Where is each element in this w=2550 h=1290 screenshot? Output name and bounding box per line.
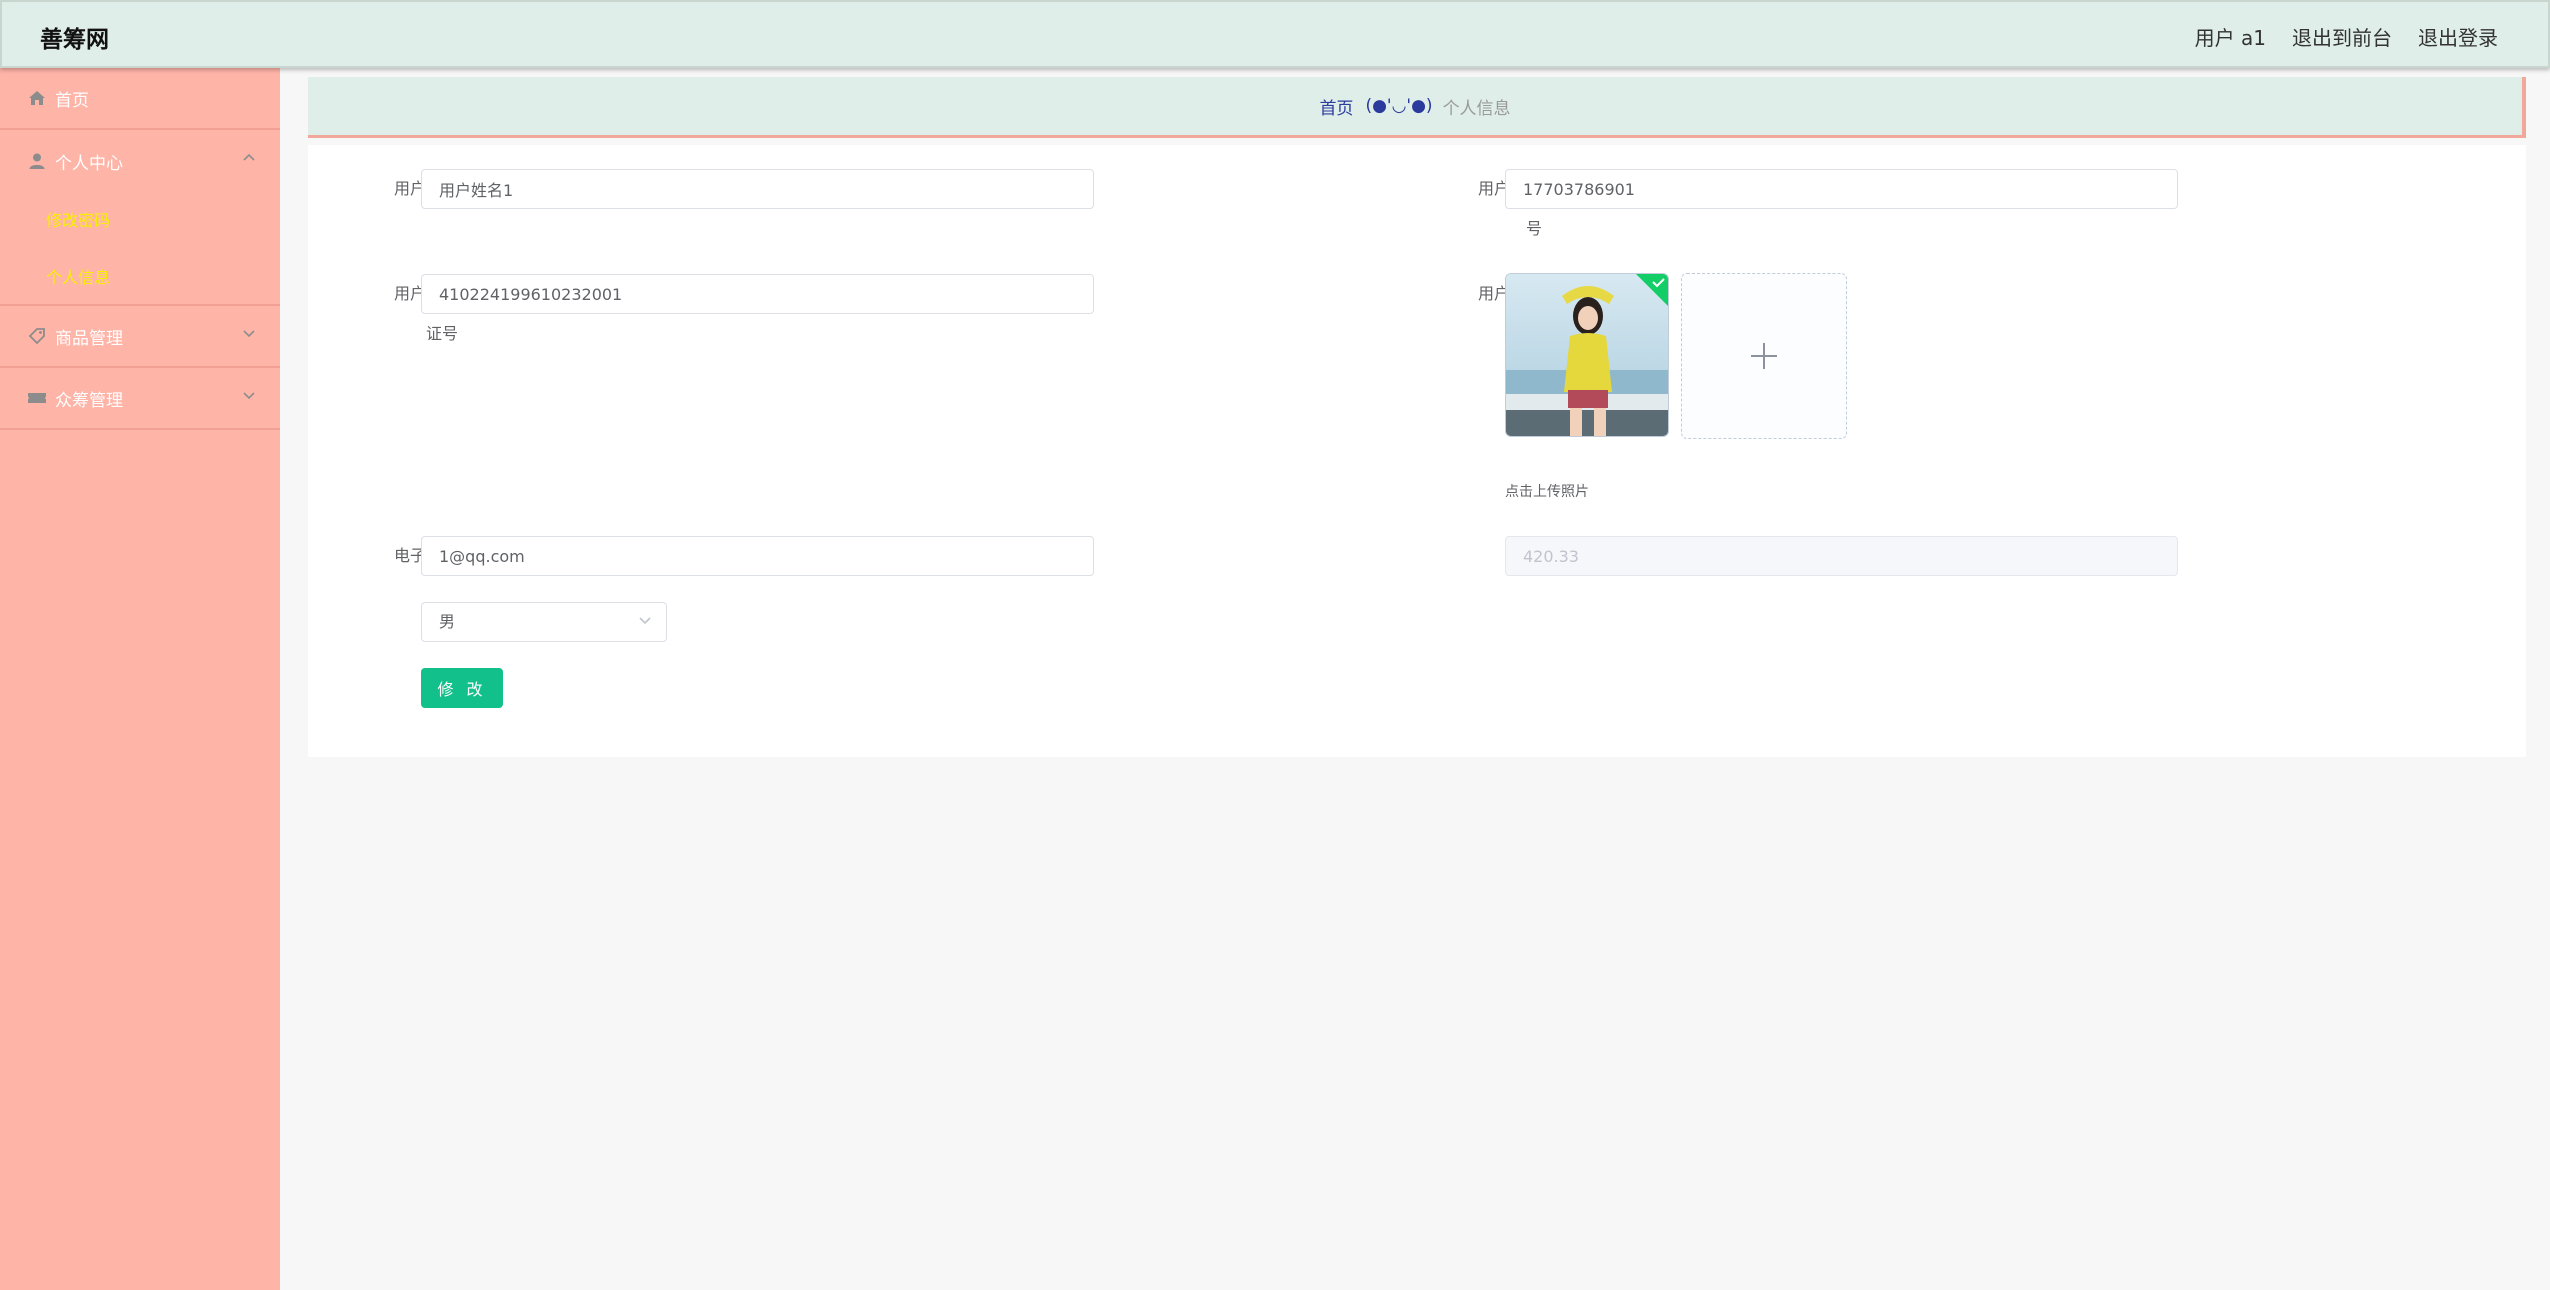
sidebar-subitem-personal-info[interactable]: 个人信息 [0, 247, 280, 304]
sidebar-item-goods-management[interactable]: 商品管理 [0, 306, 280, 368]
email-input[interactable] [421, 536, 1094, 576]
sidebar-item-crowdfunding-management[interactable]: 众筹管理 [0, 368, 280, 430]
name-input[interactable] [421, 169, 1094, 209]
check-icon [1636, 274, 1668, 306]
chevron-up-icon [242, 150, 256, 166]
sidebar-item-label: 众筹管理 [55, 390, 123, 411]
breadcrumb-home-link[interactable]: 首页 [1319, 94, 1353, 119]
current-user-label: 用户 a1 [2194, 26, 2266, 50]
tag-icon [27, 326, 47, 346]
avatar-thumbnail[interactable] [1505, 273, 1669, 437]
sidebar-menu: 首页 个人中心 修改密码 个人信息 商品管理 众筹管理 [0, 68, 280, 1290]
chevron-down-icon [242, 326, 256, 342]
upload-photo-button[interactable] [1681, 273, 1847, 439]
chevron-down-icon [638, 603, 652, 640]
sidebar-subitem-change-password[interactable]: 修改密码 [0, 190, 280, 247]
home-icon [27, 88, 47, 108]
ticket-icon [27, 388, 47, 408]
chevron-down-icon [242, 388, 256, 404]
idcard-label-suffix: 证号 [425, 324, 458, 343]
breadcrumb-current: 个人信息 [1442, 98, 1511, 119]
breadcrumb: 首页 (●'◡'●) 个人信息 [308, 77, 2526, 135]
plus-icon [1751, 343, 1777, 369]
site-logo-text: 善筹网 [40, 27, 109, 53]
sidebar-item-home[interactable]: 首页 [0, 68, 280, 130]
gender-select-value: 男 [439, 612, 456, 631]
personal-info-form: 用户姓名 用户手机 号 用户身份 证号 用户头像 [308, 145, 2526, 757]
gender-select[interactable]: 男 [421, 602, 667, 642]
submenu-personal-center: 修改密码 个人信息 [0, 190, 280, 306]
back-to-front-link[interactable]: 退出到前台 [2292, 22, 2392, 51]
top-links: 用户 a1 退出到前台 退出登录 [2195, 22, 2498, 51]
upload-hint: 点击上传照片 [1505, 484, 1589, 500]
submit-button[interactable]: 修 改 [421, 668, 503, 708]
sidebar-item-label: 商品管理 [55, 328, 123, 349]
user-icon [27, 151, 47, 171]
sidebar-item-personal-center[interactable]: 个人中心 [0, 130, 280, 192]
balance-input [1505, 536, 2178, 576]
sidebar-item-label: 个人中心 [55, 153, 123, 174]
breadcrumb-separator: (●'◡'●) [1365, 96, 1433, 116]
logout-link[interactable]: 退出登录 [2418, 22, 2498, 51]
idcard-input[interactable] [421, 274, 1094, 314]
sidebar-item-label: 首页 [55, 90, 89, 111]
top-navbar: 善筹网 用户 a1 退出到前台 退出登录 [0, 0, 2550, 68]
phone-label-suffix: 号 [1525, 219, 1542, 238]
phone-input[interactable] [1505, 169, 2178, 209]
